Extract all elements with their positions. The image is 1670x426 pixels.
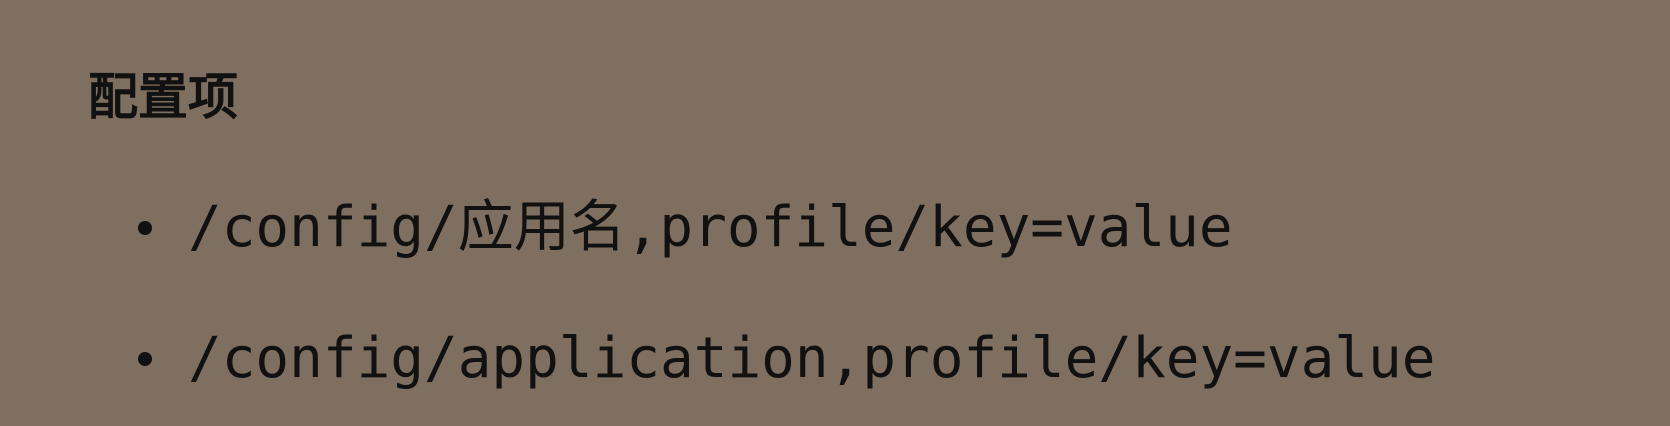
bullet-text: /config/应用名,profile/key=value xyxy=(188,195,1233,260)
bullet-icon xyxy=(138,352,152,366)
bullet-icon xyxy=(138,221,152,235)
slide-title: 配置项 xyxy=(88,68,238,126)
bullet-item: /config/application,profile/key=value xyxy=(138,319,1435,399)
bullet-text: /config/application,profile/key=value xyxy=(188,326,1436,391)
slide: 配置项 /config/应用名,profile/key=value /confi… xyxy=(0,0,1670,426)
bullet-item: /config/应用名,profile/key=value xyxy=(138,188,1233,268)
